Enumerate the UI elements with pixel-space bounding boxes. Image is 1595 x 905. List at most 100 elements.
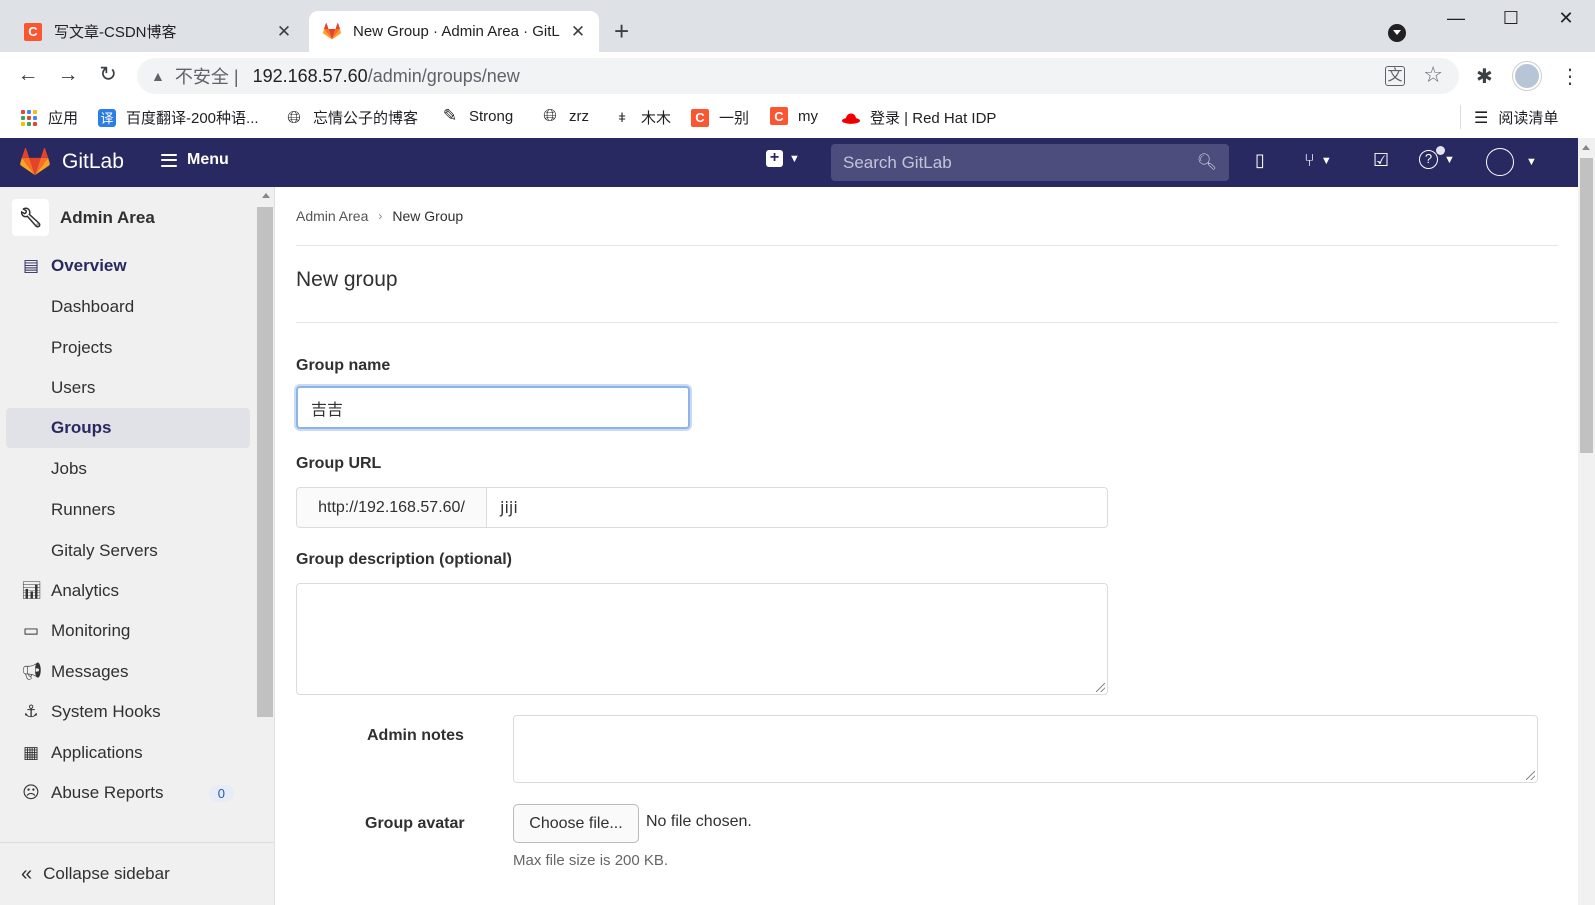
help-button[interactable]: ? ▼ bbox=[1419, 146, 1455, 169]
bookmark-mumu[interactable]: ǂ 木木 bbox=[613, 107, 671, 128]
sidebar-item-groups[interactable]: Groups bbox=[6, 408, 250, 448]
bookmark-blog[interactable]: 🌐︎ 忘情公子的博客 bbox=[285, 107, 418, 128]
bookmark-strong[interactable]: ✎ Strong bbox=[441, 106, 513, 125]
search-input[interactable]: Search GitLab 🔍︎ bbox=[831, 144, 1229, 181]
tab-search-icon[interactable] bbox=[1388, 24, 1406, 42]
sidebar-item-projects[interactable]: Projects bbox=[6, 328, 250, 368]
user-menu-button[interactable]: ▼ bbox=[1486, 148, 1537, 176]
browser-tab-csdn[interactable]: C 写文章-CSDN博客 ✕ bbox=[10, 11, 305, 52]
close-tab-icon[interactable]: ✕ bbox=[569, 22, 587, 42]
reload-icon[interactable]: ↻ bbox=[95, 62, 121, 88]
sidebar-item-label: Applications bbox=[51, 743, 143, 762]
baidu-translate-icon: 译 bbox=[98, 108, 116, 127]
sidebar-item-gitaly-servers[interactable]: Gitaly Servers bbox=[6, 531, 250, 571]
merge-requests-button[interactable]: ⑂ ▼ bbox=[1304, 150, 1332, 171]
bookmark-label: zrz bbox=[569, 107, 589, 125]
resize-grip-icon[interactable] bbox=[1526, 771, 1535, 780]
browser-tab-gitlab[interactable]: New Group · Admin Area · GitL ✕ bbox=[309, 11, 599, 52]
not-secure-warning-icon[interactable]: ▲ bbox=[151, 68, 165, 84]
apps-grid-icon bbox=[20, 109, 38, 127]
todos-icon[interactable]: ☑ bbox=[1373, 150, 1389, 171]
abuse-reports-count-badge: 0 bbox=[208, 784, 234, 802]
bookmark-zrz[interactable]: 🌐︎ zrz bbox=[541, 106, 589, 125]
translate-icon[interactable]: 文 bbox=[1385, 66, 1405, 86]
sidebar-context-header[interactable]: 🔧︎ Admin Area bbox=[12, 199, 155, 236]
sidebar-item-system-hooks[interactable]: ⚓︎ System Hooks bbox=[6, 692, 250, 732]
sidebar-scroll-up-arrow-icon[interactable] bbox=[262, 193, 270, 198]
group-path-input[interactable]: jiji bbox=[486, 487, 1108, 528]
address-bar[interactable]: ▲ 不安全 | 192.168.57.60/admin/groups/new 文… bbox=[137, 58, 1459, 94]
sidebar-item-analytics[interactable]: 📊︎ Analytics bbox=[6, 571, 250, 611]
issues-icon[interactable]: ▯ bbox=[1255, 150, 1265, 171]
page-scroll-up-arrow-icon[interactable] bbox=[1582, 145, 1590, 150]
bookmark-baidu-translate[interactable]: 译 百度翻译-200种语... bbox=[98, 107, 259, 128]
reading-list-icon: ☰ bbox=[1474, 109, 1489, 127]
gitlab-favicon-icon bbox=[323, 23, 341, 41]
close-window-icon[interactable]: ✕ bbox=[1546, 8, 1586, 32]
bookmark-my[interactable]: C my bbox=[770, 107, 818, 125]
page-title: New group bbox=[296, 268, 398, 291]
overview-icon: ▤ bbox=[22, 256, 40, 275]
reading-list-button[interactable]: ☰ 阅读清单 bbox=[1459, 105, 1558, 129]
extensions-puzzle-icon[interactable]: ✱ bbox=[1476, 64, 1493, 89]
sidebar-item-label: Runners bbox=[51, 500, 116, 519]
sidebar-item-abuse-reports[interactable]: ☹ Abuse Reports 0 bbox=[6, 773, 250, 813]
resize-grip-icon[interactable] bbox=[1096, 683, 1105, 692]
collapse-sidebar-button[interactable]: « Collapse sidebar bbox=[0, 842, 274, 905]
pin-icon: ǂ bbox=[618, 110, 626, 125]
back-arrow-icon[interactable]: ← bbox=[15, 62, 41, 88]
page-scrollbar-thumb[interactable] bbox=[1580, 158, 1593, 453]
strong-icon: ✎ bbox=[442, 106, 458, 125]
bookmark-redhat[interactable]: 登录 | Red Hat IDP bbox=[842, 107, 996, 128]
sidebar-item-dashboard[interactable]: Dashboard bbox=[6, 287, 250, 327]
minimize-window-icon[interactable]: — bbox=[1436, 8, 1476, 32]
gitlab-top-navbar: GitLab Menu + ▼ Search GitLab 🔍︎ ▯ ⑂ ▼ ☑… bbox=[0, 138, 1578, 187]
main-menu-button[interactable]: Menu bbox=[161, 151, 229, 169]
messages-icon: 📢︎ bbox=[21, 662, 43, 681]
chevron-down-icon: ▼ bbox=[789, 152, 800, 165]
merge-request-icon: ⑂ bbox=[1304, 150, 1315, 170]
browser-menu-kebab-icon[interactable]: ⋮ bbox=[1560, 64, 1580, 89]
sidebar-item-label: System Hooks bbox=[51, 702, 161, 721]
gitlab-home-link[interactable]: GitLab bbox=[20, 148, 124, 176]
breadcrumb: Admin Area › New Group bbox=[296, 208, 463, 224]
hamburger-icon bbox=[161, 153, 177, 167]
breadcrumb-admin-area-link[interactable]: Admin Area bbox=[296, 208, 368, 224]
sidebar-item-overview[interactable]: ▤ Overview bbox=[6, 246, 250, 286]
sidebar-item-applications[interactable]: ▦ Applications bbox=[6, 733, 250, 773]
sidebar-item-messages[interactable]: 📢︎ Messages bbox=[6, 652, 250, 692]
group-description-textarea[interactable] bbox=[296, 583, 1108, 695]
choose-file-button[interactable]: Choose file... bbox=[513, 804, 639, 843]
sidebar-item-jobs[interactable]: Jobs bbox=[6, 449, 250, 489]
sidebar-item-label: Jobs bbox=[51, 459, 87, 478]
collapse-sidebar-label: Collapse sidebar bbox=[43, 864, 170, 883]
sidebar-item-monitoring[interactable]: ▭ Monitoring bbox=[6, 611, 250, 651]
sidebar-scrollbar-thumb[interactable] bbox=[257, 207, 273, 717]
sidebar-item-label: Analytics bbox=[51, 581, 120, 600]
max-file-size-hint: Max file size is 200 KB. bbox=[513, 852, 669, 869]
group-name-input[interactable]: 吉吉 bbox=[296, 386, 690, 429]
monitoring-icon: ▭ bbox=[22, 621, 40, 640]
bookmark-yibie[interactable]: C 一别 bbox=[691, 107, 749, 128]
sidebar-item-label: Dashboard bbox=[51, 297, 135, 316]
maximize-window-icon[interactable]: ☐ bbox=[1491, 8, 1531, 32]
new-dropdown-button[interactable]: + ▼ bbox=[766, 150, 800, 167]
group-url-prefix: http://192.168.57.60/ bbox=[296, 487, 487, 528]
sidebar-item-runners[interactable]: Runners bbox=[6, 490, 250, 530]
close-tab-icon[interactable]: ✕ bbox=[275, 22, 293, 42]
sidebar-item-label: Overview bbox=[51, 256, 127, 275]
browser-profile-avatar[interactable] bbox=[1513, 62, 1541, 90]
double-chevron-left-icon: « bbox=[21, 862, 33, 885]
bookmark-apps[interactable]: 应用 bbox=[20, 107, 78, 128]
browser-toolbar: ← → ↻ ▲ 不安全 | 192.168.57.60/admin/groups… bbox=[0, 52, 1595, 98]
main-content: Admin Area › New Group New group Group n… bbox=[276, 187, 1578, 905]
globe-icon: 🌐︎ bbox=[543, 106, 557, 125]
bookmark-star-icon[interactable]: ☆ bbox=[1423, 62, 1443, 88]
admin-notes-textarea[interactable] bbox=[513, 715, 1538, 783]
sidebar-context-title: Admin Area bbox=[60, 207, 155, 227]
new-tab-plus-icon[interactable]: + bbox=[614, 18, 629, 44]
sidebar-item-users[interactable]: Users bbox=[6, 368, 250, 408]
forward-arrow-icon[interactable]: → bbox=[55, 62, 81, 88]
page-scrollbar[interactable] bbox=[1578, 138, 1595, 905]
breadcrumb-current[interactable]: New Group bbox=[392, 208, 463, 224]
